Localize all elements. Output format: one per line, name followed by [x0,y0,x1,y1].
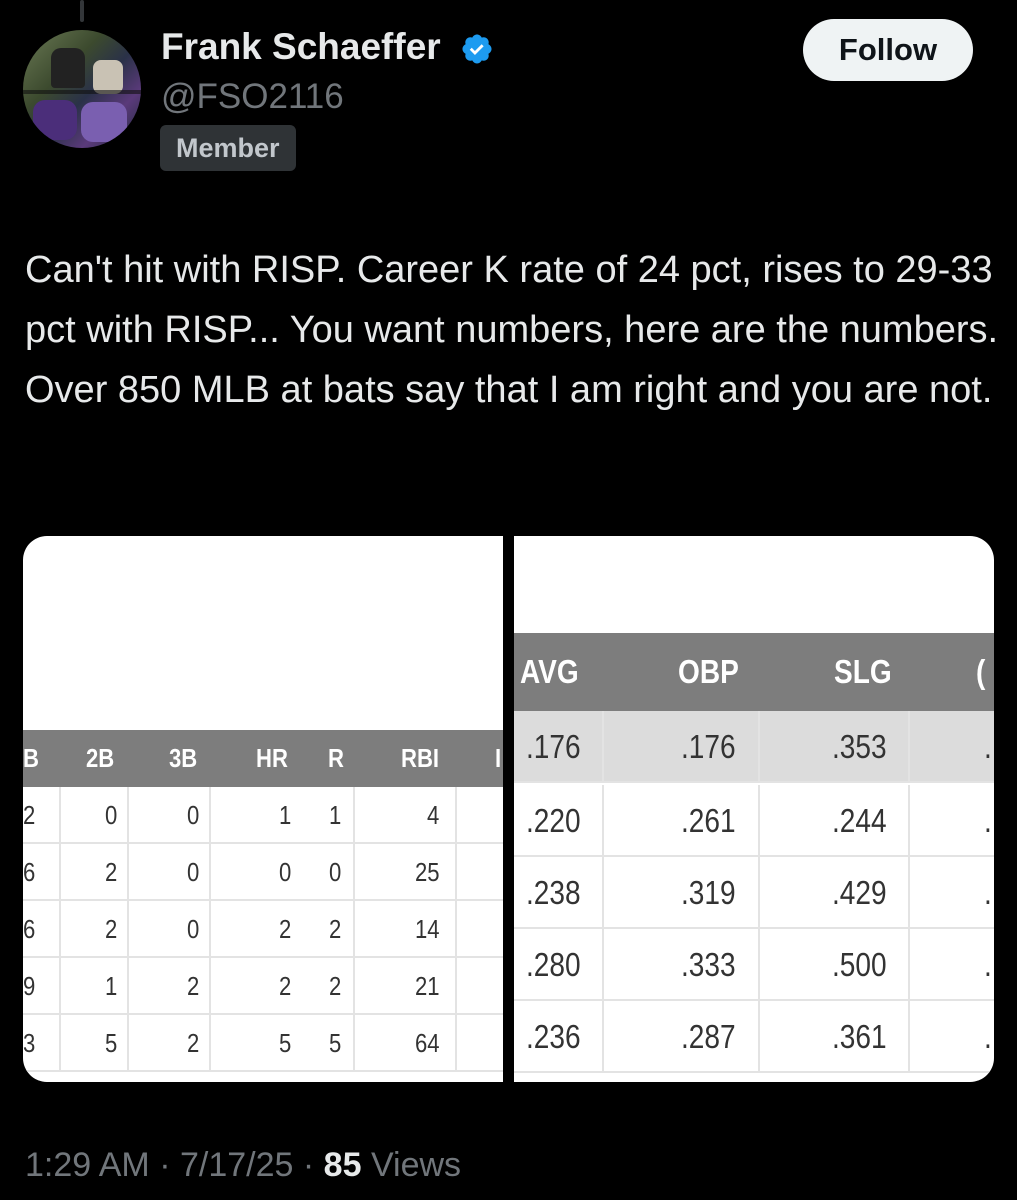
table-cell: 1 [105,971,118,1001]
media-attachment[interactable]: B 2B 3B HR R RBI I 2 0 0 1 1 4 6 2 0 0 0… [23,536,994,1082]
table-row: .220 .261 .244 . [514,785,994,857]
table-cell: 2 [279,914,292,944]
table-row: 2 0 0 1 1 4 [23,787,503,844]
follow-button[interactable]: Follow [803,19,973,81]
author-name[interactable]: Frank Schaeffer [161,26,441,68]
table-cell: . [984,802,992,839]
table-cell: 6 [23,914,36,944]
table-cell: 2 [105,914,118,944]
table-cell: 2 [187,971,200,1001]
table-cell: 1 [279,800,292,830]
header-cell: 3B [169,743,198,773]
member-badge: Member [160,125,296,171]
table-cell: 21 [415,971,440,1001]
table-cell: .319 [681,874,736,911]
table-row: .238 .319 .429 . [514,857,994,929]
table-row: 3 5 2 5 5 64 [23,1015,503,1072]
table-cell: 4 [427,800,440,830]
table-cell: .244 [832,802,887,839]
header-cell: R [328,743,344,773]
table-cell: .220 [526,802,581,839]
table-cell: .353 [832,728,887,765]
table-cell: .238 [526,874,581,911]
table-cell: . [984,946,992,983]
table-cell: 2 [187,1028,200,1058]
thread-connector [80,0,84,22]
tweet-date[interactable]: 7/17/25 [180,1146,293,1184]
table-row: 6 2 0 0 0 25 [23,844,503,901]
tweet-time[interactable]: 1:29 AM [25,1146,150,1184]
right-table-header: AVG OBP SLG ( [514,633,994,711]
table-cell: 6 [23,857,36,887]
table-cell: 1 [329,800,342,830]
table-cell: .261 [681,802,736,839]
views-count: 85 [323,1146,362,1184]
table-cell: . [984,874,992,911]
table-cell: .236 [526,1018,581,1055]
header-cell: RBI [401,743,440,773]
table-cell: .176 [681,728,736,765]
header-cell: I [495,743,502,773]
header-cell: HR [256,743,288,773]
meta-separator: · [302,1146,315,1184]
header-cell: 2B [86,743,115,773]
tweet-text: Can't hit with RISP. Career K rate of 24… [25,249,999,411]
table-cell: 5 [279,1028,292,1058]
header-cell: B [23,743,39,773]
table-cell: 14 [415,914,440,944]
table-cell: .361 [832,1018,887,1055]
table-cell: 2 [329,914,342,944]
header-cell: ( [976,653,986,690]
table-cell: .429 [832,874,887,911]
table-cell: .280 [526,946,581,983]
table-cell: 0 [329,857,342,887]
image-right-stats-table[interactable]: AVG OBP SLG ( .176 .176 .353 . .220 .261… [514,536,994,1082]
table-cell: 25 [415,857,440,887]
table-cell: .500 [832,946,887,983]
table-cell: 5 [105,1028,118,1058]
header-cell: OBP [678,653,739,690]
table-cell: 0 [187,914,200,944]
header-cell: AVG [520,653,579,690]
header-cell: SLG [834,653,892,690]
table-row: 6 2 0 2 2 14 [23,901,503,958]
tweet-meta: 1:29 AM · 7/17/25 · 85 Views [25,1146,461,1185]
table-cell: . [984,1018,992,1055]
table-cell: 0 [279,857,292,887]
views-label: Views [370,1146,462,1184]
meta-separator: · [159,1146,171,1184]
avatar[interactable] [23,30,141,148]
table-row: .280 .333 .500 . [514,929,994,1001]
table-cell: .287 [681,1018,736,1055]
table-cell: . [984,728,992,765]
table-cell: .176 [526,728,581,765]
table-row: 9 1 2 2 2 21 [23,958,503,1015]
table-cell: 2 [23,800,36,830]
table-cell: 3 [23,1028,36,1058]
table-cell: 0 [105,800,118,830]
table-cell: 64 [415,1028,440,1058]
table-cell: 0 [187,857,200,887]
author-handle[interactable]: @FSO2116 [161,77,344,117]
table-cell: 0 [187,800,200,830]
table-cell: 2 [105,857,118,887]
table-cell: 2 [329,971,342,1001]
table-cell: 2 [279,971,292,1001]
table-cell: 9 [23,971,36,1001]
left-table-header: B 2B 3B HR R RBI I [23,730,503,787]
table-row: .236 .287 .361 . [514,1001,994,1073]
verified-badge-icon [462,34,492,64]
table-row: .176 .176 .353 . [514,711,994,783]
table-cell: 5 [329,1028,342,1058]
image-left-stats-table[interactable]: B 2B 3B HR R RBI I 2 0 0 1 1 4 6 2 0 0 0… [23,536,503,1082]
table-cell: .333 [681,946,736,983]
